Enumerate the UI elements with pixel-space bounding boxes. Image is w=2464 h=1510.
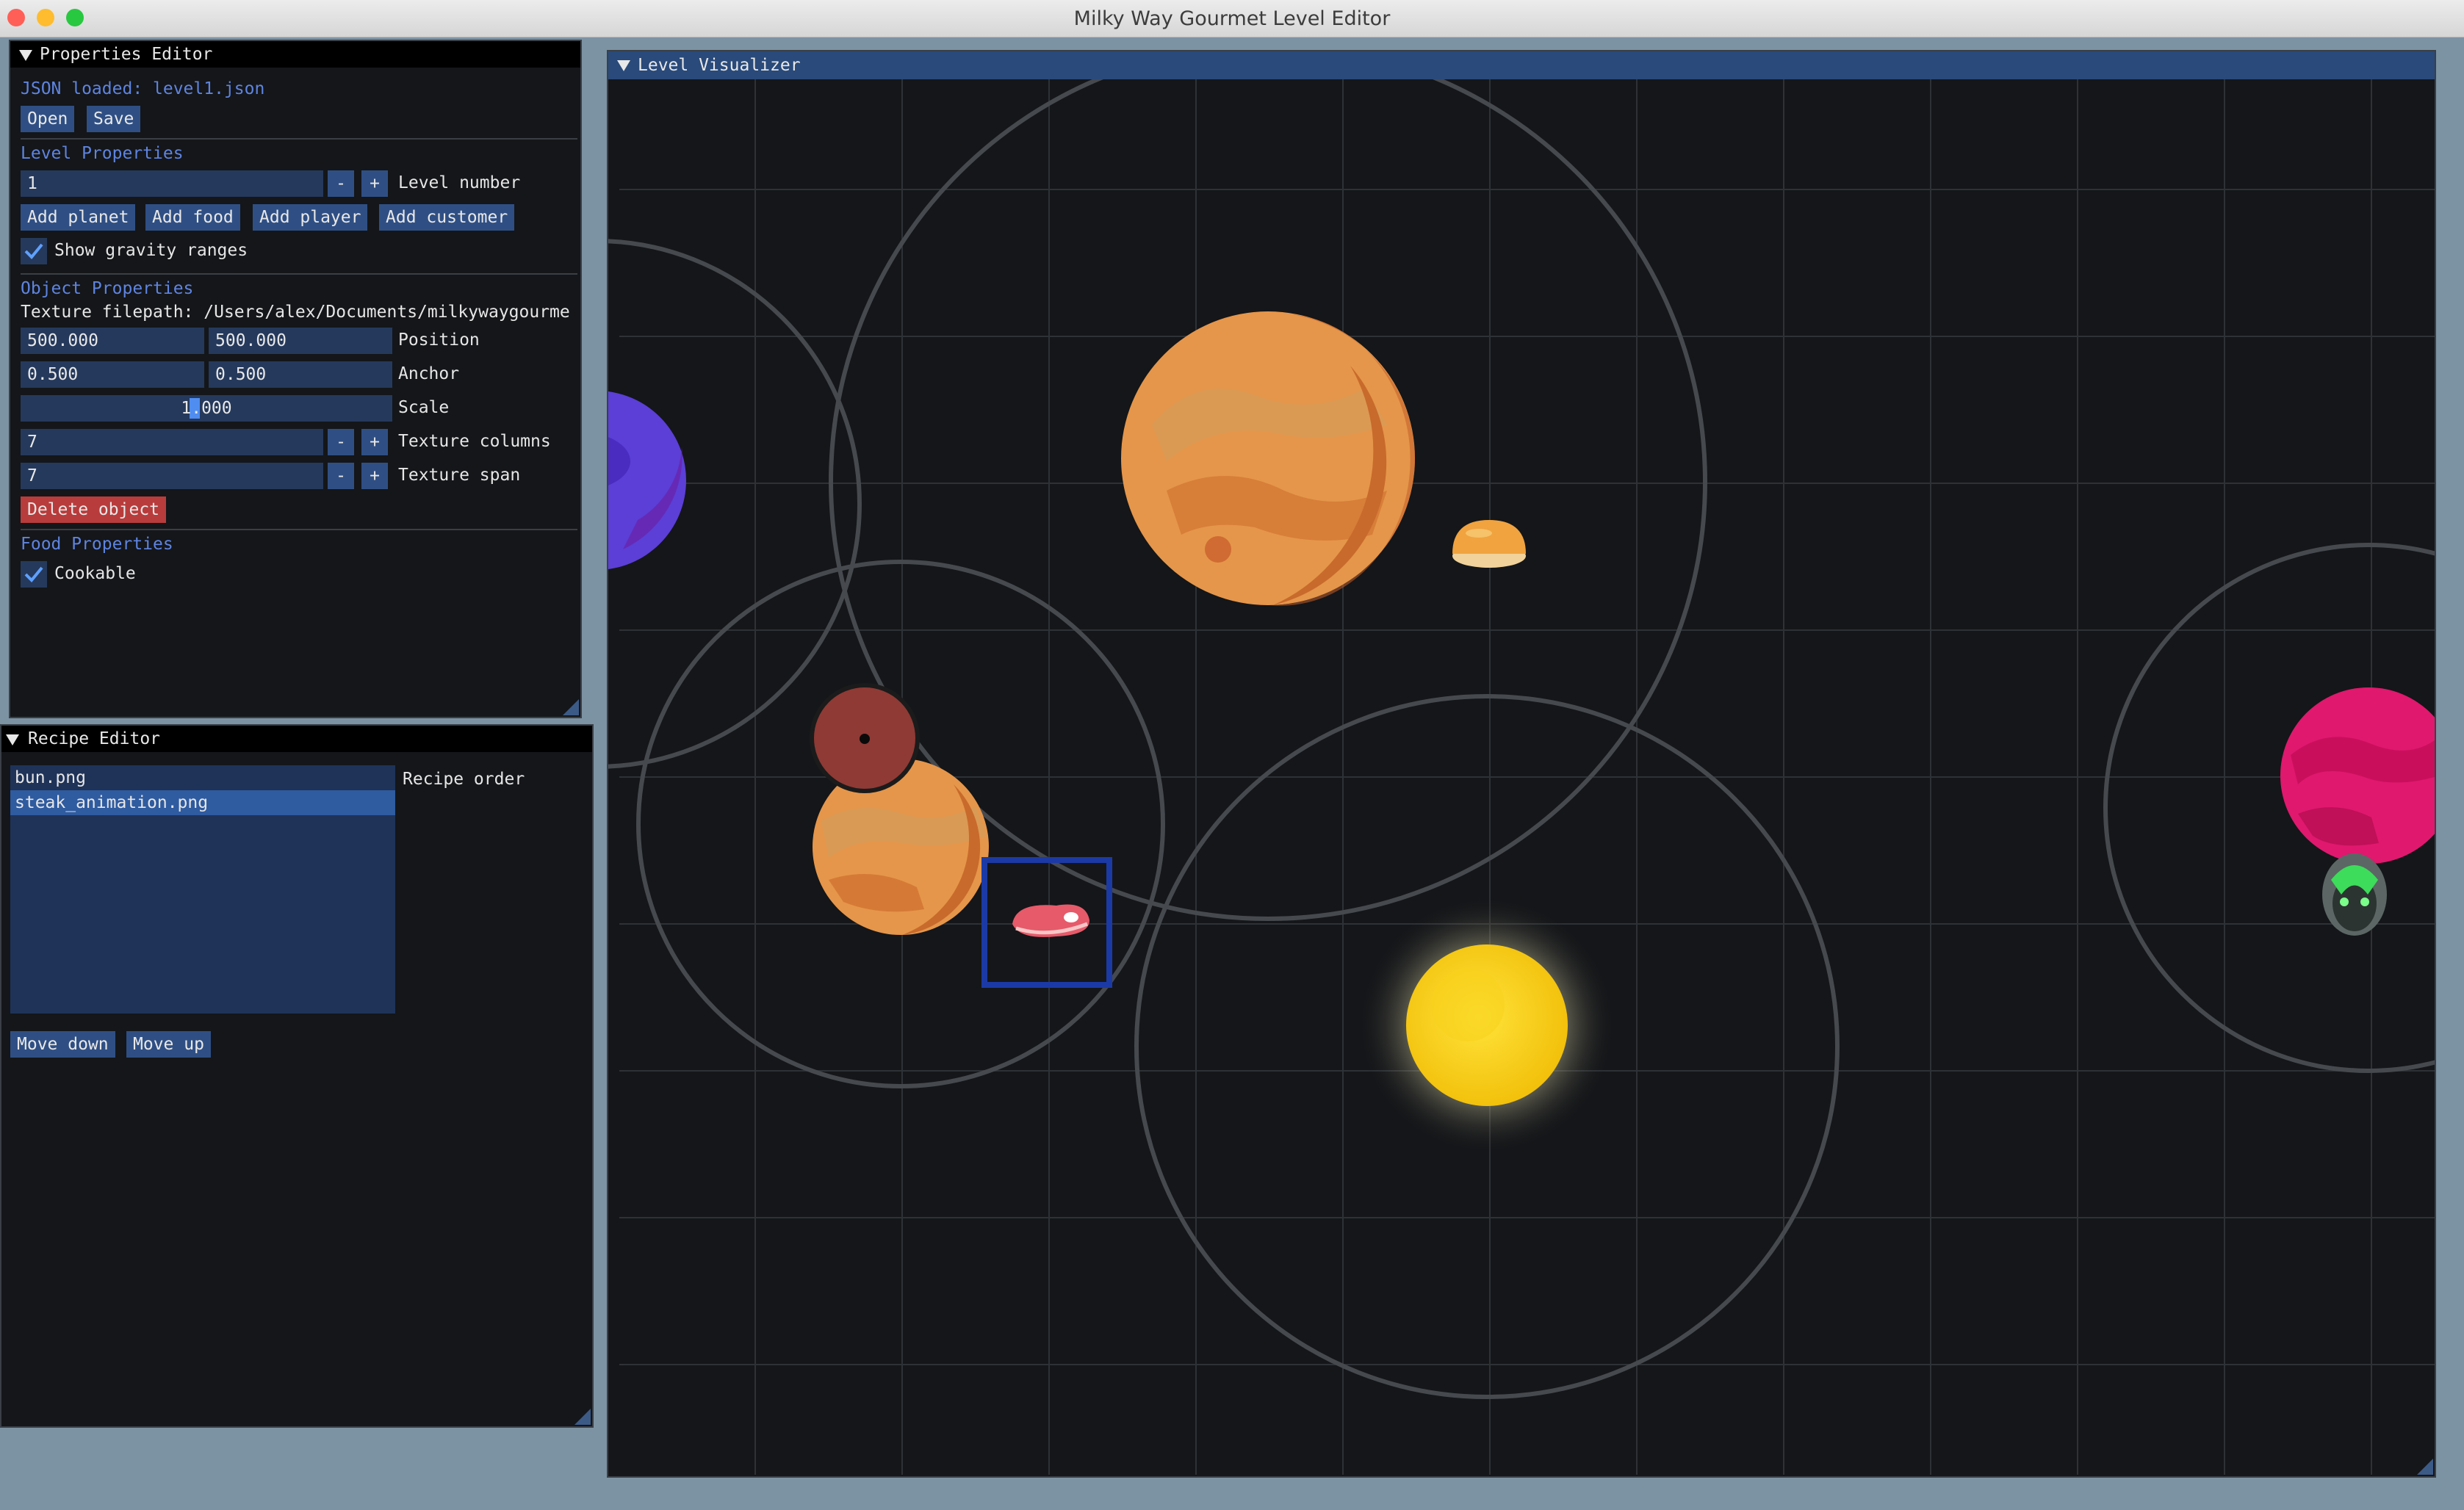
anchor-label: Anchor	[398, 364, 460, 383]
position-label: Position	[398, 330, 480, 350]
resize-grip[interactable]	[574, 1409, 591, 1425]
level-visualizer-titlebar[interactable]: Level Visualizer	[608, 51, 2435, 79]
level-visualizer-panel: Level Visualizer	[607, 50, 2436, 1478]
level-properties-header: Level Properties	[21, 144, 184, 163]
add-food-button[interactable]: Add food	[145, 204, 240, 231]
level-number-label: Level number	[398, 173, 521, 192]
properties-editor-panel: Properties Editor JSON loaded: level1.js…	[9, 40, 582, 718]
recipe-list-item[interactable]: bun.png	[15, 768, 86, 787]
position-y-input[interactable]: 500.000	[209, 328, 392, 354]
move-up-button[interactable]: Move up	[126, 1031, 211, 1058]
level-number-increment-button[interactable]: +	[361, 170, 388, 197]
show-gravity-checkbox[interactable]	[21, 238, 47, 264]
orange-planet-large[interactable]	[1121, 311, 1415, 606]
collapse-triangle-icon[interactable]	[6, 734, 19, 745]
blue-planet[interactable]	[608, 391, 686, 570]
red-planet-small[interactable]	[810, 683, 920, 793]
level-number-input[interactable]: 1	[21, 170, 323, 197]
level-visualizer-title: Level Visualizer	[638, 56, 801, 75]
add-player-button[interactable]: Add player	[253, 204, 368, 231]
recipe-editor-panel: Recipe Editor bun.png steak_animation.pn…	[0, 724, 594, 1428]
properties-editor-titlebar[interactable]: Properties Editor	[10, 41, 580, 68]
checkmark-icon	[24, 566, 43, 582]
texture-columns-label: Texture columns	[398, 432, 551, 451]
level-canvas[interactable]	[608, 79, 2435, 1475]
recipe-list-item-selected[interactable]: steak_animation.png	[15, 793, 208, 812]
window-title: Milky Way Gourmet Level Editor	[1073, 7, 1391, 30]
add-customer-button[interactable]: Add customer	[379, 204, 515, 231]
bun[interactable]	[1452, 520, 1526, 568]
add-planet-button[interactable]: Add planet	[21, 204, 136, 231]
level-number-decrement-button[interactable]: -	[328, 170, 354, 197]
scale-label: Scale	[398, 398, 450, 417]
collapse-triangle-icon[interactable]	[617, 60, 630, 71]
checkmark-icon	[24, 243, 43, 259]
object-properties-header: Object Properties	[21, 279, 194, 298]
texture-filepath: Texture filepath: /Users/alex/Documents/…	[21, 303, 570, 322]
separator	[21, 138, 577, 140]
separator	[21, 529, 577, 530]
move-down-button[interactable]: Move down	[10, 1031, 115, 1058]
texture-span-decrement-button[interactable]: -	[328, 463, 354, 489]
scale-value: 1.000	[181, 399, 232, 418]
cookable-checkbox[interactable]	[21, 561, 47, 588]
pink-planet[interactable]	[2280, 687, 2435, 864]
position-x-input[interactable]: 500.000	[21, 328, 204, 354]
texture-columns-input[interactable]: 7	[21, 429, 323, 455]
texture-columns-increment-button[interactable]: +	[361, 429, 388, 455]
texture-span-increment-button[interactable]: +	[361, 463, 388, 489]
window-titlebar: Milky Way Gourmet Level Editor	[0, 0, 2464, 37]
show-gravity-label: Show gravity ranges	[54, 241, 248, 260]
save-button[interactable]: Save	[87, 106, 141, 132]
recipe-order-label: Recipe order	[403, 770, 525, 789]
texture-span-label: Texture span	[398, 466, 521, 485]
food-properties-header: Food Properties	[21, 535, 173, 554]
cookable-label: Cookable	[54, 564, 136, 583]
properties-editor-title: Properties Editor	[40, 45, 213, 64]
texture-span-input[interactable]: 7	[21, 463, 323, 489]
customer-alien[interactable]	[2322, 853, 2387, 936]
separator	[21, 273, 577, 275]
texture-columns-decrement-button[interactable]: -	[328, 429, 354, 455]
recipe-editor-title: Recipe Editor	[28, 729, 161, 748]
recipe-editor-titlebar[interactable]: Recipe Editor	[1, 726, 592, 752]
resize-grip[interactable]	[563, 699, 579, 715]
sun[interactable]	[1358, 896, 1616, 1155]
collapse-triangle-icon[interactable]	[19, 50, 32, 61]
resize-grip[interactable]	[2417, 1459, 2433, 1475]
steak[interactable]	[981, 857, 1112, 988]
json-status: JSON loaded: level1.json	[21, 79, 265, 98]
open-button[interactable]: Open	[21, 106, 75, 132]
anchor-y-input[interactable]: 0.500	[209, 361, 392, 388]
recipe-list[interactable]: bun.png steak_animation.png	[10, 765, 395, 1014]
delete-object-button[interactable]: Delete object	[21, 496, 167, 523]
scale-slider[interactable]: 1.000	[21, 395, 392, 422]
anchor-x-input[interactable]: 0.500	[21, 361, 204, 388]
